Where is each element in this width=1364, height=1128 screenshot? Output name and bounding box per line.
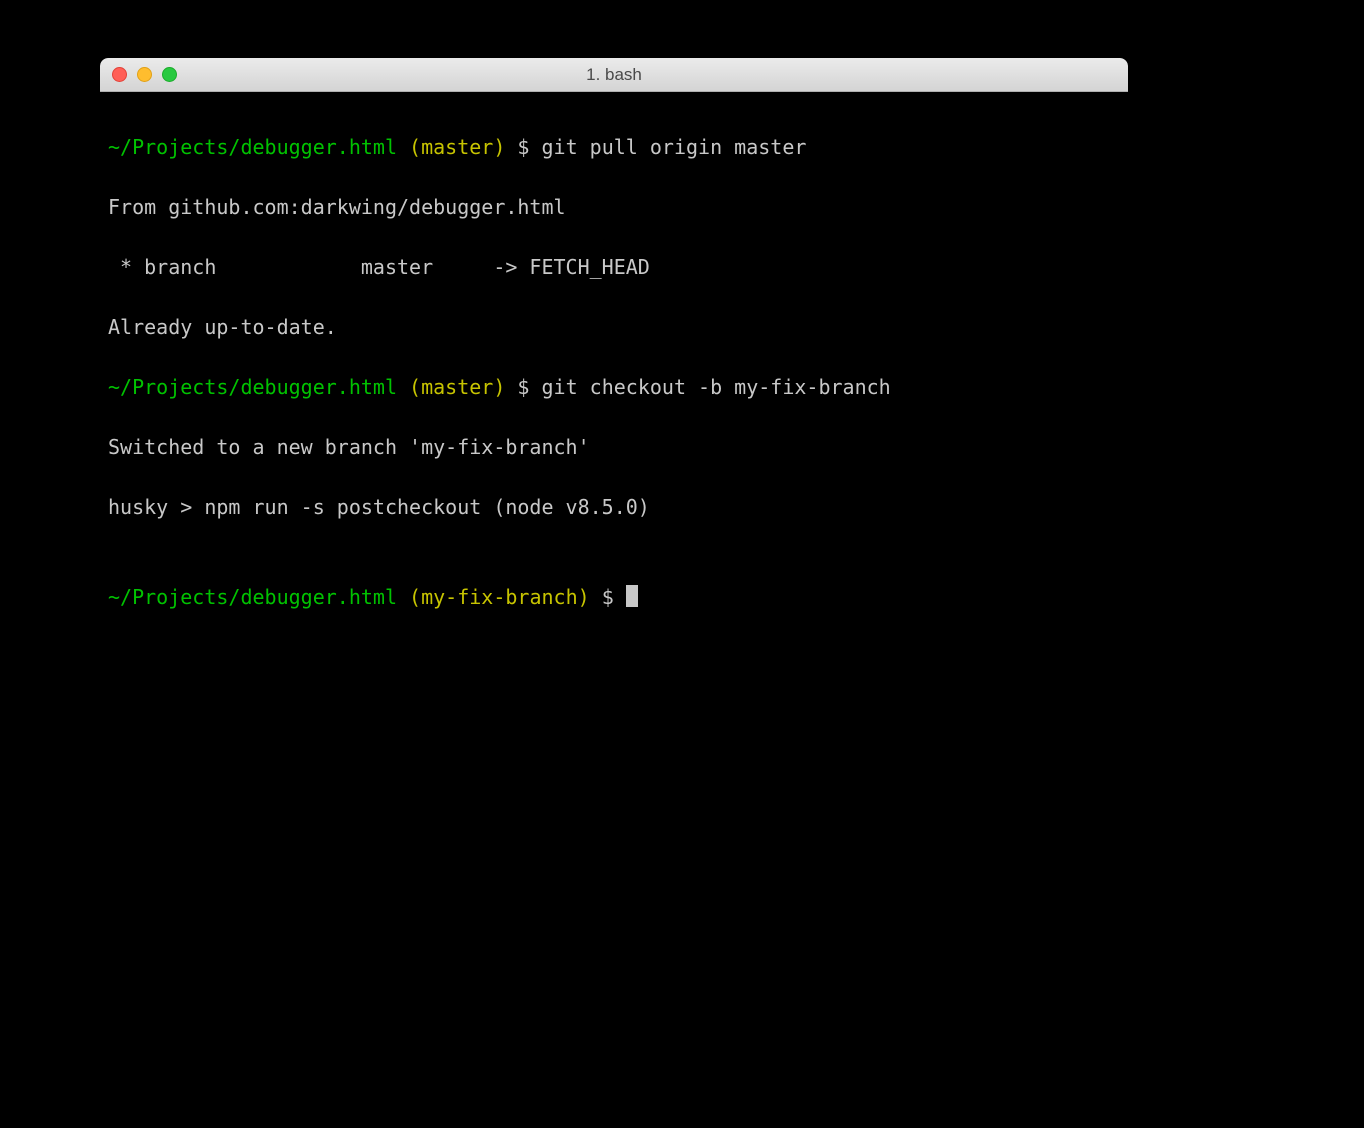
output-line: Switched to a new branch 'my-fix-branch' [108,432,1120,462]
prompt-branch: master [421,135,493,159]
prompt-branch-close: ) [493,375,505,399]
command-text: git checkout -b my-fix-branch [542,375,891,399]
prompt-branch-open: ( [397,375,421,399]
prompt-line: ~/Projects/debugger.html (master) $ git … [108,372,1120,402]
prompt-branch: my-fix-branch [421,585,578,609]
prompt-line: ~/Projects/debugger.html (master) $ git … [108,132,1120,162]
cursor-icon [626,585,638,607]
terminal-window: 1. bash ~/Projects/debugger.html (master… [100,58,1128,984]
prompt-branch: master [421,375,493,399]
prompt-branch-open: ( [397,585,421,609]
window-titlebar[interactable]: 1. bash [100,58,1128,92]
maximize-icon[interactable] [162,67,177,82]
output-line: * branch master -> FETCH_HEAD [108,252,1120,282]
window-title: 1. bash [100,65,1128,85]
output-line: From github.com:darkwing/debugger.html [108,192,1120,222]
terminal-body[interactable]: ~/Projects/debugger.html (master) $ git … [100,92,1128,682]
close-icon[interactable] [112,67,127,82]
prompt-branch-close: ) [578,585,590,609]
output-line: husky > npm run -s postcheckout (node v8… [108,492,1120,522]
prompt-branch-close: ) [493,135,505,159]
prompt-path: ~/Projects/debugger.html [108,585,397,609]
traffic-lights [112,67,177,82]
prompt-line: ~/Projects/debugger.html (my-fix-branch)… [108,582,1120,612]
prompt-path: ~/Projects/debugger.html [108,375,397,399]
prompt-dollar: $ [505,135,541,159]
prompt-branch-open: ( [397,135,421,159]
prompt-dollar: $ [590,585,626,609]
prompt-path: ~/Projects/debugger.html [108,135,397,159]
output-line: Already up-to-date. [108,312,1120,342]
prompt-dollar: $ [505,375,541,399]
command-text: git pull origin master [542,135,807,159]
minimize-icon[interactable] [137,67,152,82]
